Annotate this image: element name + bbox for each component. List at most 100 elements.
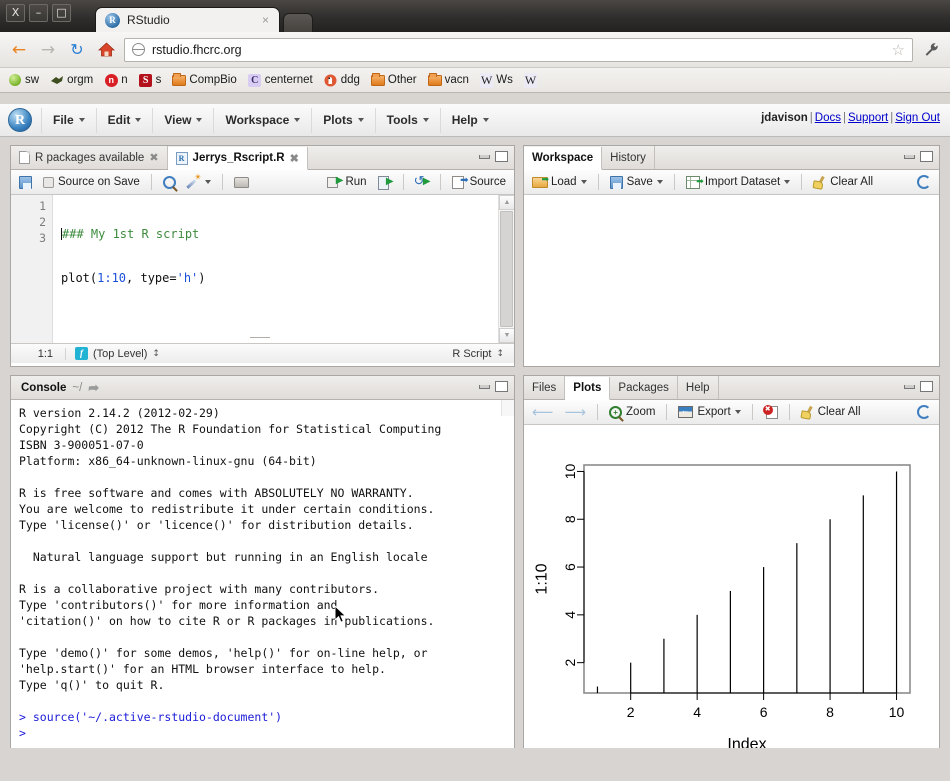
window-maximize-button[interactable]: □ xyxy=(52,4,71,22)
document-type-selector[interactable]: R Script ↕ xyxy=(452,348,514,360)
source-button[interactable]: Source xyxy=(449,175,509,189)
new-tab-button[interactable] xyxy=(283,13,313,32)
console-vertical-scrollbar[interactable] xyxy=(501,400,514,416)
minimize-pane-icon[interactable] xyxy=(479,384,490,389)
menu-file[interactable]: File xyxy=(41,107,96,133)
save-button[interactable] xyxy=(16,175,35,189)
home-icon[interactable] xyxy=(95,39,117,61)
find-replace-button[interactable] xyxy=(160,175,179,189)
source-editor-body[interactable]: 1 2 3 ### My 1st R script plot(1:10, typ… xyxy=(11,195,514,343)
tab-files[interactable]: Files xyxy=(524,376,566,399)
maximize-pane-icon[interactable] xyxy=(495,151,508,162)
source-code-text[interactable]: ### My 1st R script plot(1:10, type='h') xyxy=(61,198,492,343)
source-tab-r-packages-available[interactable]: R packages available ✖ xyxy=(11,146,168,169)
window-close-button[interactable]: X xyxy=(6,4,25,22)
bookmark-orgm[interactable]: orgm xyxy=(50,74,93,87)
clear-all-workspace-button[interactable]: Clear All xyxy=(810,176,876,189)
minimize-pane-icon[interactable] xyxy=(904,154,915,159)
minimize-pane-icon[interactable] xyxy=(904,384,915,389)
save-workspace-button[interactable]: Save xyxy=(607,175,666,189)
tab-plots[interactable]: Plots xyxy=(565,377,611,400)
save-label: Save xyxy=(626,176,653,188)
tab-workspace[interactable]: Workspace xyxy=(524,147,603,170)
tab-close-icon[interactable]: ✖ xyxy=(149,151,158,164)
clear-all-plots-button[interactable]: Clear All xyxy=(798,406,864,419)
bookmark-n[interactable]: n n xyxy=(104,73,128,87)
bookmark-other[interactable]: Other xyxy=(370,73,417,87)
tab-label: Plots xyxy=(573,382,602,394)
site-info-globe-icon[interactable] xyxy=(132,43,145,56)
tab-packages[interactable]: Packages xyxy=(610,376,678,399)
scroll-up-icon[interactable]: ▲ xyxy=(499,195,514,210)
export-plot-button[interactable]: Export xyxy=(675,405,743,418)
menu-label: View xyxy=(164,112,192,127)
console-output[interactable]: R version 2.14.2 (2012-02-29) Copyright … xyxy=(11,400,514,772)
bookmark-w[interactable]: W xyxy=(523,72,540,88)
back-icon[interactable]: ← xyxy=(8,39,30,61)
maximize-pane-icon[interactable] xyxy=(495,381,508,392)
bookmark-star-icon[interactable]: ☆ xyxy=(892,41,905,59)
previous-plot-icon[interactable]: ⟵ xyxy=(529,403,557,421)
tab-history[interactable]: History xyxy=(602,146,655,169)
x-tick-label: 8 xyxy=(826,704,834,720)
bookmark-label: ddg xyxy=(340,74,360,86)
wrench-icon[interactable] xyxy=(920,39,942,61)
menu-tools[interactable]: Tools xyxy=(374,107,440,133)
code-tools-button[interactable] xyxy=(184,172,214,189)
import-dataset-button[interactable]: Import Dataset xyxy=(683,176,793,189)
bookmark-ddg[interactable]: ddg xyxy=(324,74,360,87)
source-vertical-scrollbar[interactable]: ▲ ▼ xyxy=(498,195,514,343)
rerun-icon xyxy=(414,173,431,189)
bookmark-vacn[interactable]: vacn xyxy=(427,73,469,87)
tab-close-icon[interactable]: ✖ xyxy=(290,152,299,165)
maximize-pane-icon[interactable] xyxy=(920,381,933,392)
menu-workspace[interactable]: Workspace xyxy=(213,107,311,133)
address-bar[interactable]: rstudio.fhcrc.org ☆ xyxy=(124,37,913,62)
bookmark-centernet[interactable]: C centernet xyxy=(248,73,313,87)
scroll-down-icon[interactable]: ▼ xyxy=(499,328,514,343)
reload-icon[interactable]: ↻ xyxy=(66,39,88,61)
docs-link[interactable]: Docs xyxy=(815,112,841,124)
source-icon xyxy=(451,175,469,189)
menu-plots[interactable]: Plots xyxy=(311,107,374,133)
console-prompt[interactable]: > xyxy=(19,725,510,741)
maximize-pane-icon[interactable] xyxy=(920,151,933,162)
bookmark-s[interactable]: S s xyxy=(139,73,161,87)
bookmark-ws[interactable]: W Ws xyxy=(479,72,513,88)
support-link[interactable]: Support xyxy=(848,112,888,124)
document-icon xyxy=(19,151,30,164)
menu-edit[interactable]: Edit xyxy=(95,107,153,133)
window-minimize-button[interactable]: – xyxy=(29,4,48,22)
bookmark-compbio[interactable]: CompBio xyxy=(172,73,237,87)
signout-link[interactable]: Sign Out xyxy=(895,112,940,124)
remove-plot-icon xyxy=(762,404,778,419)
refresh-plots-button[interactable] xyxy=(914,405,934,419)
pane-splitter[interactable] xyxy=(250,335,270,340)
refresh-workspace-button[interactable] xyxy=(914,175,934,189)
next-plot-icon[interactable]: ⟶ xyxy=(562,403,590,421)
run-all-button[interactable] xyxy=(375,175,395,190)
scope-selector[interactable]: f (Top Level) ↕ xyxy=(66,347,452,360)
source-tab-jerrys-rscript[interactable]: R Jerrys_Rscript.R ✖ xyxy=(167,147,308,170)
menu-view[interactable]: View xyxy=(152,107,213,133)
code-end: ) xyxy=(198,271,206,285)
minimize-pane-icon[interactable] xyxy=(479,154,490,159)
remove-plot-button[interactable] xyxy=(761,404,781,419)
source-on-save-toggle[interactable]: Source on Save xyxy=(40,176,143,188)
bookmark-sw[interactable]: sw xyxy=(8,74,39,87)
share-icon[interactable]: ➦ xyxy=(88,380,99,396)
menu-help[interactable]: Help xyxy=(439,107,500,133)
run-button[interactable]: Run xyxy=(324,175,369,188)
separator: | xyxy=(809,112,813,124)
browser-tab-close-icon[interactable]: × xyxy=(262,13,269,27)
load-workspace-button[interactable]: Load xyxy=(529,174,590,188)
forward-icon[interactable]: → xyxy=(37,39,59,61)
print-button[interactable] xyxy=(231,176,252,188)
zoom-plot-button[interactable]: + Zoom xyxy=(606,405,658,419)
console-line: Natural language support but running in … xyxy=(19,550,428,564)
scrollbar-thumb[interactable] xyxy=(500,211,513,327)
browser-tab-rstudio[interactable]: R RStudio × xyxy=(95,7,280,32)
rerun-button[interactable] xyxy=(412,173,432,189)
plot-display-area[interactable]: 2 4 6 8 10 2 4 6 8 10 Index 1:10 xyxy=(524,425,939,771)
tab-help[interactable]: Help xyxy=(678,376,719,399)
